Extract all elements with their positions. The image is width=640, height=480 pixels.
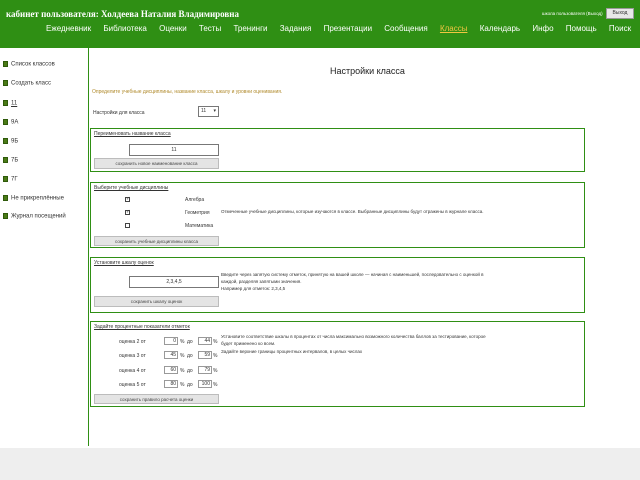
main-nav: Ежедневник Библиотека Оценки Тесты Трени… [46, 24, 640, 33]
nav-item-grades[interactable]: Оценки [159, 24, 187, 33]
grade-2-to-input[interactable]: 44 [198, 337, 212, 345]
intro-text: Определите учебные дисциплины, название … [92, 89, 283, 95]
nav-item-calendar[interactable]: Календарь [480, 24, 520, 33]
sidebar-item-class-11[interactable]: 11 [3, 100, 17, 107]
sidebar-item-class-9a[interactable]: 9А [3, 119, 18, 126]
scale-note-line-2: каждой, разделяя запятыми значения. [221, 279, 302, 284]
nav-item-info[interactable]: Инфо [532, 24, 553, 33]
scale-note-line-1: Введите через запятую систему отметок, п… [221, 272, 484, 277]
class-select[interactable]: 11 ▾ [198, 106, 219, 117]
folder-icon [3, 195, 8, 201]
folder-icon [3, 119, 8, 125]
cabinet-title: кабинет пользователя: Холдеева Наталия В… [6, 9, 239, 19]
chevron-down-icon: ▾ [213, 108, 216, 114]
geometry-checkbox[interactable]: ✓ [125, 210, 130, 215]
sidebar-item-create-class[interactable]: Создать класс [3, 80, 51, 87]
page-title: Настройки класса [330, 66, 405, 76]
algebra-checkbox[interactable]: ✓ [125, 197, 130, 202]
nav-item-tasks[interactable]: Задания [280, 24, 312, 33]
grades-legend: Задайте процентные показатели отметок [94, 324, 190, 330]
math-checkbox[interactable] [125, 223, 130, 228]
subjects-section: Выберите учебные дисциплины ✓ Алгебра ✓ … [90, 182, 585, 248]
nav-item-tests[interactable]: Тесты [199, 24, 221, 33]
logout-button[interactable]: Выход [606, 8, 634, 19]
grade-3-to-input[interactable]: 59 [198, 351, 212, 359]
sidebar-divider [88, 48, 89, 446]
nav-item-search[interactable]: Поиск [609, 24, 631, 33]
nav-item-diary[interactable]: Ежедневник [46, 24, 91, 33]
sidebar-item-class-7b[interactable]: 7Б [3, 157, 18, 164]
scale-section: Установите шкалу оценок 2,3,4,5 Введите … [90, 257, 585, 313]
folder-icon [3, 157, 8, 163]
sidebar-item-class-list[interactable]: Список классов [3, 61, 55, 68]
nav-item-help[interactable]: Помощь [566, 24, 597, 33]
rename-section: Переименовать название класса 11 сохрани… [90, 128, 585, 172]
footer-bar [0, 448, 640, 480]
folder-icon [3, 176, 8, 182]
sidebar-item-attendance[interactable]: Журнал посещений [3, 213, 66, 220]
nav-item-presentations[interactable]: Презентации [324, 24, 372, 33]
class-select-label: Настройки для класса [93, 110, 145, 116]
top-header-bar: кабинет пользователя: Холдеева Наталия В… [0, 0, 640, 48]
rename-legend: Переименовать название класса [94, 131, 171, 137]
scale-note-line-3: Например для отметок: 2,3,4,5 [221, 286, 286, 291]
grade-4-to-input[interactable]: 79 [198, 366, 212, 374]
sidebar-item-class-7g[interactable]: 7Г [3, 176, 18, 183]
scale-legend: Установите шкалу оценок [94, 260, 154, 266]
school-info-text: школа пользователя (Выход) [542, 11, 603, 16]
nav-item-messages[interactable]: Сообщения [384, 24, 427, 33]
folder-icon [3, 138, 8, 144]
save-scale-button[interactable]: сохранить шкалу оценок [94, 296, 219, 307]
folder-icon [3, 213, 8, 219]
grade-scale-input[interactable]: 2,3,4,5 [129, 276, 219, 288]
nav-item-trainings[interactable]: Тренинги [233, 24, 267, 33]
grades-note-line-1: Установите соответствие шкалы в процента… [221, 334, 486, 339]
nav-item-library[interactable]: Библиотека [103, 24, 147, 33]
grades-note-line-3: Задайте верхние границы процентных интер… [221, 349, 363, 354]
grades-note-line-2: будет применено ко всем. [221, 341, 276, 346]
sidebar-item-class-9b[interactable]: 9Б [3, 138, 18, 145]
sidebar-item-unattached[interactable]: Не прикреплённые [3, 195, 64, 202]
subject-row-algebra: ✓ Алгебра [125, 196, 205, 203]
folder-icon [3, 80, 8, 86]
grade-5-to-input[interactable]: 100 [198, 380, 212, 388]
folder-icon [3, 100, 8, 106]
grade-4-from-input[interactable]: 60 [164, 366, 178, 374]
grade-5-from-input[interactable]: 80 [164, 380, 178, 388]
subject-row-geometry: ✓ Геометрия [125, 209, 210, 216]
nav-item-classes[interactable]: Классы [440, 24, 468, 33]
save-subjects-button[interactable]: сохранить учебные дисциплины класса [94, 236, 219, 246]
grade-2-from-input[interactable]: 0 [164, 337, 178, 345]
folder-icon [3, 61, 8, 67]
subject-row-math: Математика [125, 223, 225, 230]
save-class-name-button[interactable]: сохранить новое наименование класса [94, 158, 219, 169]
save-grade-rule-button[interactable]: сохранить правило расчета оценки [94, 394, 219, 404]
subjects-legend: Выберите учебные дисциплины [94, 185, 169, 191]
grades-section: Задайте процентные показатели отметок оц… [90, 321, 585, 407]
grade-3-from-input[interactable]: 45 [164, 351, 178, 359]
subjects-note: Отмеченные учебные дисциплины, которые и… [221, 209, 484, 214]
class-name-input[interactable]: 11 [129, 144, 219, 156]
